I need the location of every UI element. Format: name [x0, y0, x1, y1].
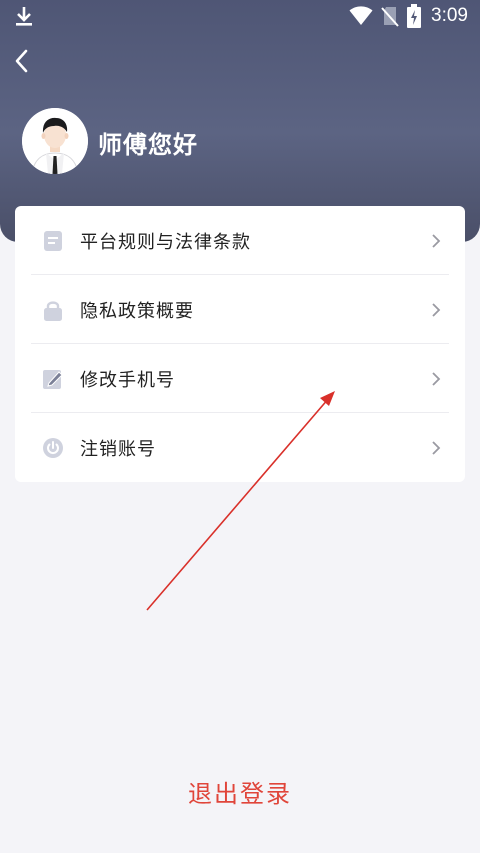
- driver-avatar-icon: [22, 108, 88, 174]
- edit-icon: [43, 370, 63, 389]
- menu-item-privacy-policy[interactable]: 隐私政策概要: [15, 275, 465, 344]
- download-icon: [16, 7, 32, 26]
- chevron-right-icon: [432, 441, 441, 455]
- status-time: 3:09: [431, 5, 468, 26]
- avatar: [22, 108, 88, 174]
- battery-charging-icon: [407, 4, 422, 28]
- menu-item-change-phone[interactable]: 修改手机号: [15, 344, 465, 413]
- menu-item-cancel-account[interactable]: 注销账号: [15, 413, 465, 482]
- back-button[interactable]: [10, 46, 36, 76]
- status-bar: 3:09: [0, 0, 480, 34]
- wifi-icon: [349, 6, 373, 25]
- menu-item-label: 隐私政策概要: [80, 301, 194, 322]
- settings-card: 平台规则与法律条款 隐私政策概要 修改手机号 注销账号: [15, 206, 465, 482]
- menu-item-platform-rules[interactable]: 平台规则与法律条款: [15, 206, 465, 275]
- chevron-left-icon: [15, 49, 28, 73]
- document-icon: [44, 231, 62, 251]
- no-sim-icon: [381, 7, 399, 27]
- lock-icon: [44, 301, 62, 321]
- menu-item-label: 修改手机号: [80, 370, 175, 391]
- greeting-title: 师傅您好: [98, 131, 198, 159]
- chevron-right-icon: [432, 234, 441, 248]
- power-icon: [43, 438, 63, 458]
- chevron-right-icon: [432, 303, 441, 317]
- menu-item-label: 平台规则与法律条款: [80, 232, 251, 253]
- logout-button[interactable]: 退出登录: [0, 774, 480, 809]
- chevron-right-icon: [432, 372, 441, 386]
- menu-item-label: 注销账号: [80, 439, 156, 460]
